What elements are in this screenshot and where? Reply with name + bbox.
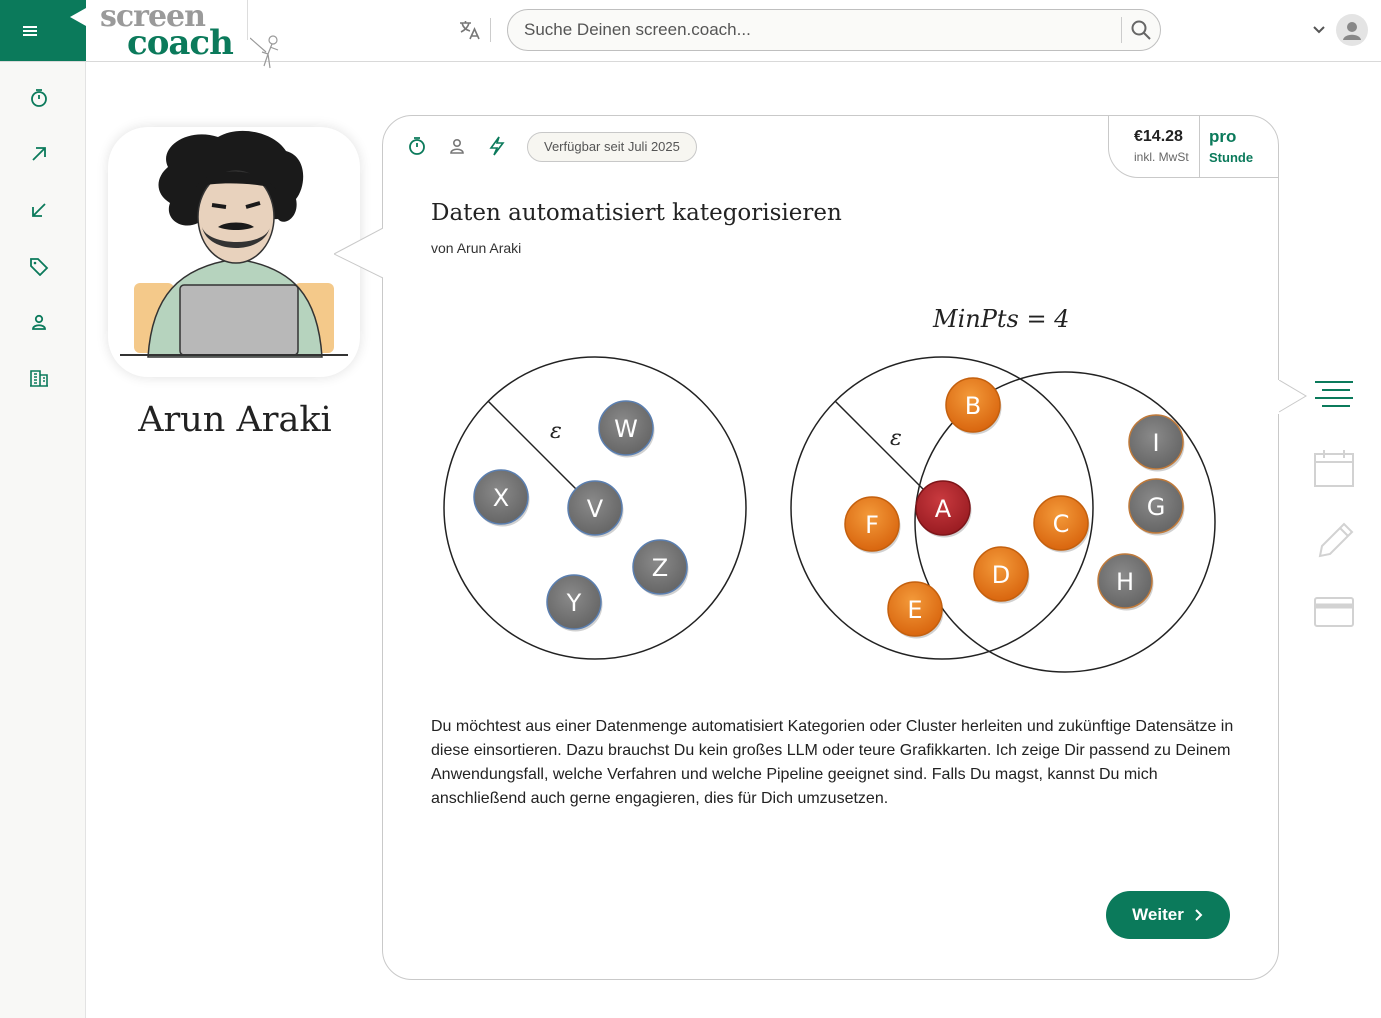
menu-notch <box>70 8 86 26</box>
lightning-icon <box>489 136 505 156</box>
translate-icon[interactable] <box>458 18 482 42</box>
user-menu[interactable] <box>1312 14 1370 46</box>
building-icon[interactable] <box>29 368 49 388</box>
dbscan-illustration: MinPts = 4 ε ε W X V Z Y I G H B F C D E A <box>443 305 1216 673</box>
node-y: Y <box>546 574 603 632</box>
step-pointer <box>1278 380 1307 414</box>
node-x: X <box>473 469 530 527</box>
node-h: H <box>1097 553 1154 611</box>
search-input[interactable] <box>524 10 1114 50</box>
logo-figure-icon <box>250 35 279 69</box>
coach-portrait <box>108 127 360 377</box>
left-epsilon-label: ε <box>550 419 562 444</box>
logo-divider <box>247 0 248 40</box>
description-lines-icon[interactable] <box>1312 376 1356 416</box>
top-bar: screen coach <box>0 0 1381 69</box>
search-icon[interactable] <box>1130 19 1152 41</box>
stopwatch-icon <box>409 137 425 155</box>
price-vat-note: inkl. MwSt <box>1134 150 1189 164</box>
search-bar <box>507 9 1161 51</box>
offer-title: Daten automatisiert kategorisieren <box>431 200 842 226</box>
header-divider <box>490 18 491 42</box>
node-z: Z <box>632 539 689 597</box>
offer-description: Du möchtest aus einer Datenmenge automat… <box>431 718 1234 807</box>
availability-badge: Verfügbar seit Juli 2025 <box>527 132 697 162</box>
node-label: F <box>865 511 879 539</box>
node-label: C <box>1053 510 1070 538</box>
node-label: W <box>614 415 638 443</box>
price-per-label: pro <box>1209 127 1237 146</box>
logo-text-coach: coach <box>127 23 234 63</box>
price-value: €14.28 <box>1134 128 1183 145</box>
node-label: B <box>965 392 981 420</box>
node-v: V <box>567 480 624 538</box>
node-w: W <box>598 400 655 458</box>
node-label: E <box>907 596 922 624</box>
right-epsilon-label: ε <box>890 426 902 451</box>
formula-label: MinPts = 4 <box>932 305 1069 333</box>
node-label: H <box>1116 568 1134 596</box>
card-speech-tail <box>334 228 386 282</box>
search-divider <box>1121 17 1122 43</box>
coach-illustration <box>120 130 348 358</box>
node-label: V <box>587 495 604 523</box>
node-i: I <box>1128 414 1185 472</box>
chevron-down-icon <box>1313 26 1325 34</box>
person-icon[interactable] <box>29 312 49 332</box>
sidebar <box>0 62 86 1018</box>
next-button[interactable]: Weiter <box>1106 891 1230 939</box>
offer-author: von Arun Araki <box>431 240 522 256</box>
menu-button[interactable] <box>0 0 86 61</box>
node-label: D <box>992 561 1010 589</box>
node-label: A <box>935 495 952 523</box>
node-label: Z <box>652 554 668 582</box>
pencil-icon[interactable] <box>1312 520 1356 560</box>
node-label: I <box>1152 429 1159 457</box>
person-icon <box>450 138 464 154</box>
price-box: €14.28 inkl. MwSt pro Stunde <box>1108 115 1279 178</box>
price-unit: Stunde <box>1209 150 1254 165</box>
credit-card-icon[interactable] <box>1312 592 1356 632</box>
price-divider <box>1199 115 1200 177</box>
node-label: Y <box>566 589 582 617</box>
arrow-up-right-icon[interactable] <box>29 144 49 164</box>
user-avatar-icon <box>1336 14 1368 46</box>
arrow-down-left-icon[interactable] <box>29 200 49 220</box>
stopwatch-icon[interactable] <box>29 88 49 108</box>
node-label: G <box>1147 493 1166 521</box>
chevron-right-icon <box>1195 909 1203 921</box>
logo[interactable]: screen coach <box>100 2 250 62</box>
node-label: X <box>493 484 509 512</box>
node-g: G <box>1128 478 1185 536</box>
tag-icon[interactable] <box>29 256 49 276</box>
next-button-label: Weiter <box>1132 905 1184 924</box>
calendar-icon[interactable] <box>1312 448 1356 488</box>
menu-icon <box>23 25 37 36</box>
coach-name: Arun Araki <box>138 400 332 440</box>
